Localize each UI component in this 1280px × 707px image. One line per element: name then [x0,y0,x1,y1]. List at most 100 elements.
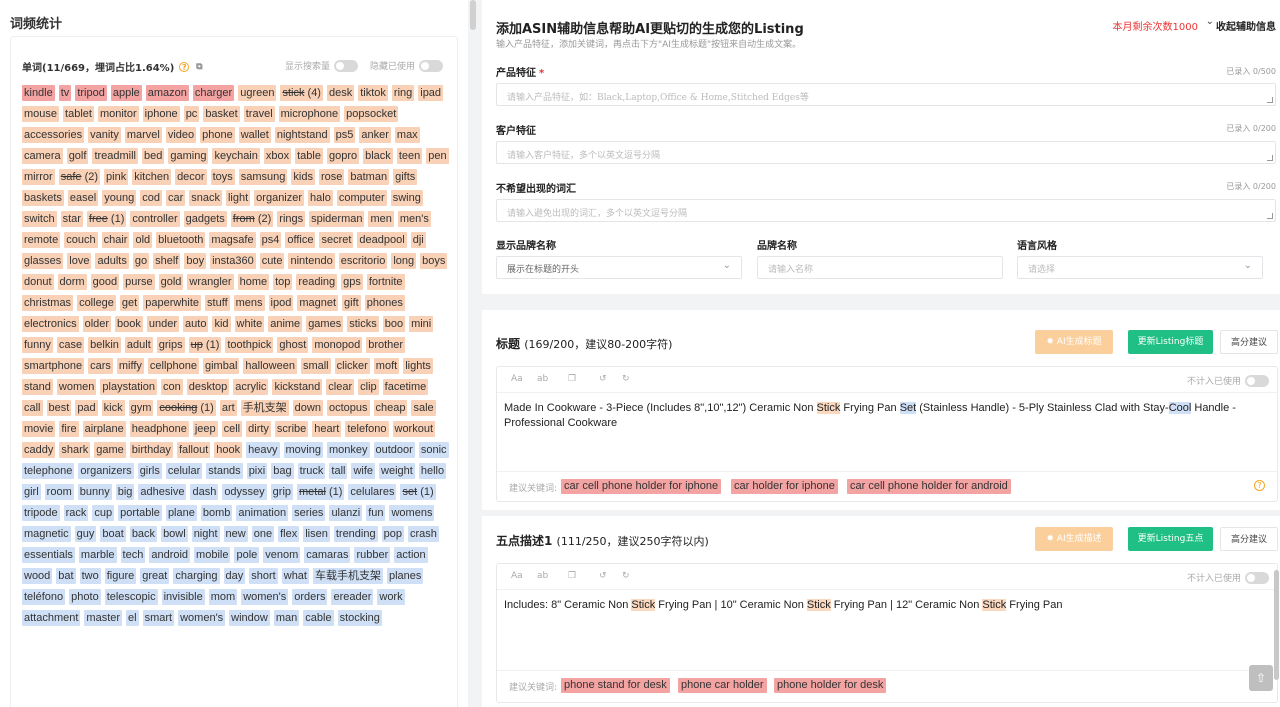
keyword-chip[interactable]: invisible [161,589,205,605]
keyword-chip[interactable]: women [56,379,97,395]
keyword-chip[interactable]: snack [189,190,222,206]
keyword-chip[interactable]: home [237,274,270,290]
keyword-chip[interactable]: heavy [246,442,280,458]
keyword-chip[interactable]: ipod [268,295,294,311]
keyword-chip[interactable]: room [44,484,74,500]
keyword-chip[interactable]: bluetooth [156,232,206,248]
keyword-chip[interactable]: dji [410,232,426,248]
keyword-chip[interactable]: wood [22,568,53,584]
keyword-chip[interactable]: good [90,274,120,290]
update-listing-bullets-button[interactable]: 更新Listing五点 [1128,527,1213,551]
keyword-chip[interactable]: tripode [22,505,60,521]
keyword-chip[interactable]: long [391,253,417,269]
suggested-keyword-chip[interactable]: phone car holder [678,678,767,693]
keyword-chip[interactable]: figure [104,568,137,584]
keyword-chip[interactable]: grip [270,484,294,500]
keyword-chip[interactable]: con [160,379,183,395]
keyword-chip[interactable]: crash [407,526,439,542]
keyword-chip[interactable]: ps5 [333,127,356,143]
keyword-chip[interactable]: charging [173,568,220,584]
keyword-chip[interactable]: telephone [22,463,75,479]
keyword-chip[interactable]: couch [64,232,98,248]
keyword-chip[interactable]: lights [403,358,433,374]
high-score-suggestion-button[interactable]: 高分建议 [1220,330,1278,354]
keyword-chip[interactable]: tiktok [358,85,388,101]
keyword-chip[interactable]: pen [426,148,449,164]
keyword-chip[interactable]: plane [165,505,197,521]
keyword-chip[interactable]: boo [382,316,406,332]
keyword-chip[interactable]: white [234,316,265,332]
keyword-chip[interactable]: travel [243,106,275,122]
keyword-chip[interactable]: iphone [142,106,180,122]
keyword-chip[interactable]: belkin [88,337,121,353]
keyword-chip[interactable]: wrangler [187,274,234,290]
keyword-chip[interactable]: gaming [168,148,209,164]
right-scrollbar[interactable] [1274,570,1279,680]
copy-icon[interactable]: ❐ [568,374,576,384]
keyword-chip[interactable]: marble [78,547,117,563]
keyword-chip[interactable]: go [132,253,150,269]
keyword-chip[interactable]: fortnite [366,274,405,290]
keyword-chip[interactable]: ghost [277,337,309,353]
keyword-chip[interactable]: monopod [312,337,363,353]
keyword-chip[interactable]: batman [348,169,390,185]
keyword-chip[interactable]: gadgets [183,211,227,227]
keyword-chip[interactable]: donut [22,274,54,290]
keyword-chip[interactable]: spiderman [309,211,365,227]
keyword-chip[interactable]: magnet [297,295,339,311]
keyword-chip[interactable]: kid [212,316,231,332]
undo-icon[interactable]: ↺ [599,374,607,384]
lowercase-icon[interactable]: ab [537,374,548,384]
keyword-chip[interactable]: girls [137,463,162,479]
keyword-chip[interactable]: table [295,148,323,164]
keyword-chip[interactable]: toys [210,169,235,185]
keyword-chip[interactable]: headphone [129,421,189,437]
suggested-keyword-chip[interactable]: phone stand for desk [561,678,670,693]
keyword-chip[interactable]: car [165,190,186,206]
keyword-chip[interactable]: grips [156,337,185,353]
keyword-chip[interactable]: best [46,400,72,416]
keyword-chip[interactable]: back [129,526,158,542]
keyword-chip[interactable]: bed [142,148,165,164]
keyword-chip[interactable]: kitchen [132,169,172,185]
keyword-chip[interactable]: brother [366,337,406,353]
keyword-chip[interactable]: lisen [303,526,330,542]
suggested-keyword-chip[interactable]: phone holder for desk [774,678,887,693]
keyword-chip[interactable]: purse [123,274,155,290]
keyword-chip[interactable]: love [67,253,92,269]
keyword-chip[interactable]: kick [101,400,125,416]
keyword-chip[interactable]: desk [326,85,355,101]
keyword-chip[interactable]: men [368,211,394,227]
keyword-chip[interactable]: old [133,232,153,248]
keyword-chip[interactable]: weight [379,463,415,479]
keyword-chip[interactable]: monkey [326,442,370,458]
keyword-chip[interactable]: wallet [238,127,271,143]
keyword-chip[interactable]: octopus [326,400,370,416]
keyword-chip[interactable]: cup [92,505,115,521]
keyword-chip[interactable]: ipad [418,85,444,101]
keyword-chip[interactable]: two [79,568,101,584]
keyword-chip[interactable]: adhesive [138,484,187,500]
keyword-chip[interactable]: caddy [22,442,56,458]
keyword-chip[interactable]: guy [74,526,97,542]
keyword-chip[interactable]: samsung [238,169,288,185]
keyword-chip[interactable]: remote [22,232,61,248]
keyword-chip[interactable]: odyssey [222,484,267,500]
keyword-chip[interactable]: pad [75,400,98,416]
keyword-chip[interactable]: clicker [334,358,370,374]
keyword-chip[interactable]: phone [200,127,235,143]
keyword-chip[interactable]: window [229,610,270,626]
keyword-chip[interactable]: attachment [22,610,81,626]
keyword-chip[interactable]: hook [214,442,243,458]
keyword-chip[interactable]: cars [88,358,113,374]
keyword-chip[interactable]: glasses [22,253,64,269]
keyword-chip[interactable]: rubber [354,547,391,563]
keyword-chip[interactable]: men's [397,211,431,227]
not-counted-switch[interactable] [1245,374,1269,387]
keyword-chip[interactable]: man [273,610,300,626]
keyword-chip[interactable]: ereader [331,589,374,605]
keyword-chip[interactable]: pop [381,526,404,542]
keyword-chip[interactable]: venom [263,547,301,563]
keyword-chip[interactable]: fallout [176,442,211,458]
keyword-chip[interactable]: adults [95,253,129,269]
